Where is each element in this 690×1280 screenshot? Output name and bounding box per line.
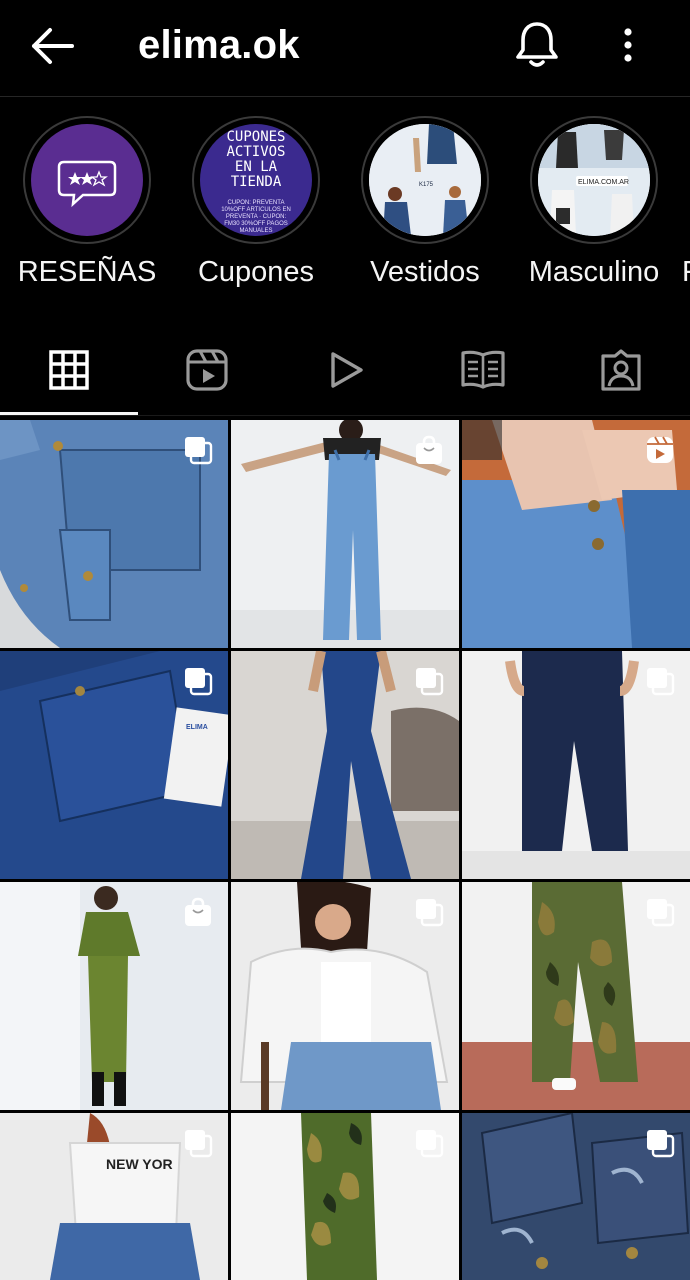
tabs-divider (0, 415, 690, 416)
post-tile[interactable] (462, 420, 690, 648)
masculino-photo: ELIMA.COM.AR (538, 124, 650, 236)
hoodie-print-text: NEW YOR (106, 1156, 173, 1172)
coupon-small-text: CUPON: PREVENTA 10%OFF ARTICULOS EN PREV… (221, 200, 291, 234)
profile-tabs (0, 326, 690, 416)
tab-tagged[interactable] (552, 326, 690, 414)
highlight-label: Cupones (197, 256, 315, 288)
carousel-icon (416, 1130, 444, 1158)
highlight-ring (23, 116, 151, 244)
tag-label: ELIMA (186, 724, 208, 731)
profile-username: elima.ok (138, 23, 300, 67)
post-tile[interactable] (0, 420, 228, 648)
arrow-left-icon[interactable] (26, 22, 78, 70)
carousel-icon (416, 899, 444, 927)
post-tile[interactable] (462, 882, 690, 1110)
carousel-icon (647, 1130, 675, 1158)
post-tile[interactable] (462, 1113, 690, 1280)
post-tile[interactable] (231, 420, 459, 648)
dresses-photo: K175 (369, 124, 481, 236)
post-tile[interactable] (231, 651, 459, 879)
highlight-label: Vestidos (370, 256, 480, 288)
post-tile[interactable] (231, 1113, 459, 1280)
highlight-next-partial: F (682, 256, 690, 286)
vestidos-cover-text: K175 (419, 182, 434, 188)
highlight-cover: CUPONES ACTIVOS EN LA TIENDA CUPON: PREV… (200, 124, 312, 236)
review-chat-icon (57, 160, 117, 208)
more-vertical-icon[interactable] (614, 24, 642, 66)
carousel-icon (185, 668, 213, 696)
highlight-cover: K175 (369, 124, 481, 236)
highlight-label: RESEÑAS (17, 256, 157, 288)
carousel-icon (185, 437, 213, 465)
highlight-ring: K175 (361, 116, 489, 244)
post-tile[interactable] (231, 882, 459, 1110)
profile-header: elima.ok (0, 0, 690, 96)
header-divider (0, 96, 690, 97)
highlight-ring: ELIMA.COM.AR (530, 116, 658, 244)
story-highlights: RESEÑAS CUPONES ACTIVOS EN LA TIENDA CUP… (0, 108, 690, 308)
highlight-cover (31, 124, 143, 236)
guide-icon (461, 350, 505, 389)
tab-reels[interactable] (138, 326, 276, 414)
tab-posts[interactable] (0, 326, 138, 414)
bell-icon[interactable] (512, 18, 562, 70)
tab-videos[interactable] (276, 326, 414, 414)
carousel-icon (416, 668, 444, 696)
post-tile[interactable]: ELIMA (0, 651, 228, 879)
carousel-icon (185, 1130, 213, 1158)
post-tile[interactable] (462, 651, 690, 879)
play-icon (331, 352, 363, 388)
grid-icon (49, 350, 89, 390)
shopping-bag-icon (416, 435, 442, 464)
masculino-cover-text: ELIMA.COM.AR (578, 179, 629, 186)
carousel-icon (647, 668, 675, 696)
reels-icon (186, 349, 228, 391)
shopping-bag-icon (185, 897, 211, 926)
reels-icon (647, 436, 673, 463)
coupon-cover-text: CUPONES ACTIVOS EN LA TIENDA (226, 129, 286, 190)
highlight-label: Masculino (528, 256, 660, 288)
tab-guides[interactable] (414, 326, 552, 414)
post-tile[interactable]: NEW YOR (0, 1113, 228, 1280)
highlight-cover: ELIMA.COM.AR (538, 124, 650, 236)
highlight-ring: CUPONES ACTIVOS EN LA TIENDA CUPON: PREV… (192, 116, 320, 244)
carousel-icon (647, 899, 675, 927)
tagged-person-icon (601, 349, 641, 391)
post-tile[interactable] (0, 882, 228, 1110)
